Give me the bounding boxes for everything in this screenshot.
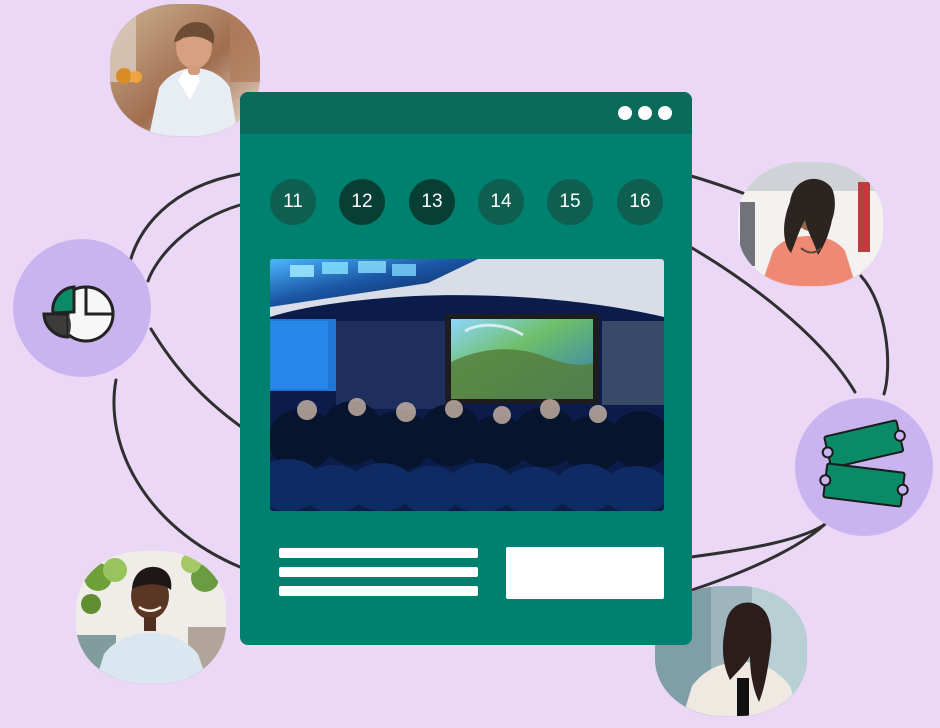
window-bar	[240, 92, 692, 134]
event-photo	[270, 259, 664, 511]
details-placeholder	[279, 548, 478, 596]
text-line	[279, 586, 478, 596]
avatar-right-top	[738, 162, 883, 286]
avatar-bottom-left	[76, 551, 226, 683]
window-controls	[618, 106, 672, 120]
date-13-button[interactable]: 13	[409, 179, 455, 225]
window-dot-icon[interactable]	[618, 106, 632, 120]
date-selector: 11 12 13 14 15 16	[270, 179, 663, 225]
event-window: 11 12 13 14 15 16	[240, 92, 692, 645]
pie-chart-icon	[42, 285, 115, 343]
avatar-top-left	[110, 4, 260, 136]
date-15-button[interactable]: 15	[547, 179, 593, 225]
date-12-button[interactable]: 12	[339, 179, 385, 225]
window-dot-icon[interactable]	[658, 106, 672, 120]
date-11-button[interactable]: 11	[270, 179, 316, 225]
date-16-button[interactable]: 16	[617, 179, 663, 225]
tickets-icon	[819, 419, 909, 508]
window-dot-icon[interactable]	[638, 106, 652, 120]
cta-button[interactable]	[506, 547, 664, 599]
date-14-button[interactable]: 14	[478, 179, 524, 225]
text-line	[279, 548, 478, 558]
text-line	[279, 567, 478, 577]
tickets-badge	[795, 398, 933, 536]
chart-badge	[13, 239, 151, 377]
